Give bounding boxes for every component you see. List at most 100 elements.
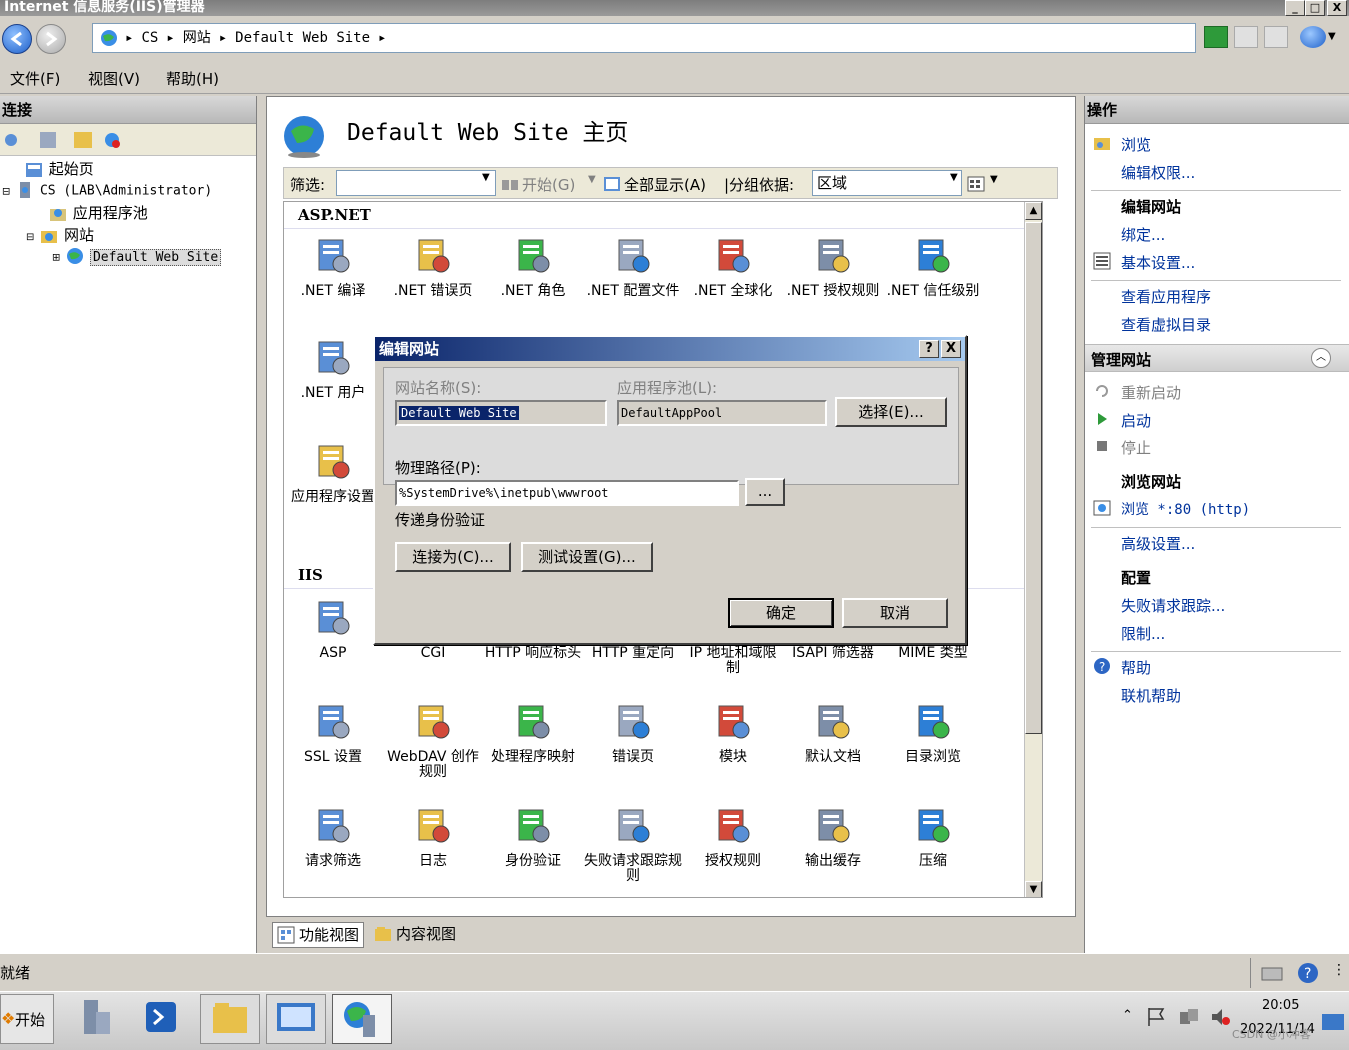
action-view-virtual-dirs[interactable]: 查看虚拟目录 (1121, 314, 1211, 335)
tree-item-start-page[interactable]: 起始页 (24, 158, 94, 180)
tree-item-default-web-site[interactable]: ⊞ Default Web Site (52, 246, 222, 266)
feature-item[interactable]: ASP (284, 598, 382, 661)
cancel-button[interactable]: 取消 (842, 598, 948, 628)
feature-item[interactable]: 失败请求跟踪规则 (584, 806, 682, 884)
show-hidden-icons[interactable]: ⌃ (1122, 1008, 1133, 1023)
crumb-sep[interactable]: ▸ (378, 30, 386, 46)
action-basic-settings[interactable]: 基本设置... (1121, 252, 1195, 273)
action-online-help[interactable]: 联机帮助 (1121, 685, 1181, 706)
physical-path-field[interactable]: %SystemDrive%\inetpub\wwwroot (395, 480, 739, 506)
action-limits[interactable]: 限制... (1121, 623, 1165, 644)
start-dropdown-icon[interactable]: ▼ (588, 174, 596, 185)
dialog-close-button[interactable]: X (941, 340, 961, 358)
expand-icon[interactable]: ⊞ (52, 253, 60, 264)
tab-features-view[interactable]: 功能视图 (272, 922, 365, 948)
taskbar-iis-manager[interactable] (332, 994, 392, 1044)
tree-item-sites[interactable]: ⊟ 网站 (26, 224, 94, 246)
scroll-up-button[interactable]: ▲ (1025, 202, 1042, 220)
menu-help[interactable]: 帮助(H) (166, 68, 219, 89)
action-edit-permissions[interactable]: 编辑权限... (1121, 162, 1195, 183)
taskbar-server-manager[interactable] (70, 994, 130, 1044)
site-name-field[interactable]: Default Web Site (395, 400, 607, 426)
feature-item[interactable]: 输出缓存 (784, 806, 882, 869)
start-filter-button[interactable]: 开始(G) (522, 174, 575, 195)
action-stop[interactable]: 停止 (1121, 437, 1151, 458)
address-breadcrumb[interactable]: ▸ CS ▸ 网站 ▸ Default Web Site ▸ (92, 23, 1196, 53)
refresh-icon[interactable] (1204, 26, 1228, 48)
feature-item[interactable]: 压缩 (884, 806, 982, 869)
browse-path-button[interactable]: ... (745, 478, 785, 506)
feature-item[interactable]: 请求筛选 (284, 806, 382, 869)
view-mode-dropdown-icon[interactable]: ▼ (990, 174, 998, 185)
close-button[interactable]: X (1327, 0, 1347, 16)
tab-content-view[interactable]: 内容视图 (370, 922, 460, 948)
group-by-select[interactable]: 区域 (812, 170, 962, 196)
feature-item[interactable]: 日志 (384, 806, 482, 869)
select-app-pool-button[interactable]: 选择(E)... (835, 397, 947, 427)
feature-item[interactable]: .NET 配置文件 (584, 236, 682, 299)
scroll-down-button[interactable]: ▼ (1025, 881, 1042, 897)
app-pool-field[interactable]: DefaultAppPool (617, 400, 827, 426)
feature-item[interactable]: .NET 信任级别 (884, 236, 982, 299)
action-help[interactable]: 帮助 (1121, 657, 1151, 678)
forward-button[interactable] (36, 24, 66, 54)
feature-item[interactable]: 身份验证 (484, 806, 582, 869)
action-view-applications[interactable]: 查看应用程序 (1121, 286, 1211, 307)
action-advanced-settings[interactable]: 高级设置... (1121, 533, 1195, 554)
action-bindings[interactable]: 绑定... (1121, 224, 1165, 245)
start-button[interactable]: ❖ 开始 (0, 994, 54, 1044)
tree-item-server[interactable]: ⊟ CS (LAB\Administrator) (2, 180, 212, 200)
feature-item[interactable]: 错误页 (584, 702, 682, 765)
back-button[interactable] (2, 24, 32, 54)
help-icon[interactable] (1300, 26, 1326, 48)
show-all-button[interactable]: 全部显示(A) (624, 174, 706, 195)
feature-item[interactable]: 目录浏览 (884, 702, 982, 765)
tree-item-app-pools[interactable]: 应用程序池 (48, 202, 148, 224)
test-settings-button[interactable]: 测试设置(G)... (521, 542, 653, 572)
connect-as-button[interactable]: 连接为(C)... (395, 542, 511, 572)
feature-item[interactable]: 默认文档 (784, 702, 882, 765)
feature-item[interactable]: .NET 角色 (484, 236, 582, 299)
stop-icon[interactable] (1234, 26, 1258, 48)
action-browse-port-80[interactable]: 浏览 *:80 (http) (1121, 499, 1250, 519)
crumb-default-site[interactable]: Default Web Site (235, 30, 370, 46)
taskbar-explorer[interactable] (200, 994, 260, 1044)
collapse-icon[interactable]: ⊟ (2, 187, 10, 198)
feature-item[interactable]: 应用程序设置 (284, 442, 382, 505)
dialog-title-bar[interactable]: 编辑网站 ? X (375, 337, 965, 361)
crumb-sites[interactable]: 网站 (183, 30, 211, 46)
group-dropdown-icon[interactable]: ▼ (950, 172, 958, 183)
show-desktop-button[interactable] (1322, 1014, 1344, 1030)
menu-view[interactable]: 视图(V) (88, 68, 140, 89)
filter-dropdown-icon[interactable]: ▼ (482, 172, 490, 183)
feature-item[interactable]: WebDAV 创作规则 (384, 702, 482, 780)
feature-item[interactable]: .NET 编译 (284, 236, 382, 299)
feature-item[interactable]: 授权规则 (684, 806, 782, 869)
feature-item[interactable]: 处理程序映射 (484, 702, 582, 765)
action-browse[interactable]: 浏览 (1121, 134, 1151, 155)
crumb-cs[interactable]: CS (141, 30, 158, 46)
manage-site-header[interactable]: 管理网站 ︿ (1085, 344, 1349, 372)
action-start[interactable]: 启动 (1121, 410, 1151, 431)
feature-item[interactable]: .NET 授权规则 (784, 236, 882, 299)
features-scrollbar[interactable]: ▲ ▼ (1024, 202, 1042, 897)
scroll-thumb[interactable] (1025, 222, 1042, 734)
home-icon[interactable] (1264, 26, 1288, 48)
filter-input[interactable] (336, 170, 496, 196)
menu-file[interactable]: 文件(F) (10, 68, 60, 89)
feature-item[interactable]: SSL 设置 (284, 702, 382, 765)
maximize-button[interactable]: □ (1305, 0, 1325, 16)
collapse-icon[interactable]: ⊟ (26, 232, 34, 243)
feature-item[interactable]: .NET 全球化 (684, 236, 782, 299)
action-restart[interactable]: 重新启动 (1121, 382, 1181, 403)
status-more-icon[interactable]: ⋮ (1332, 962, 1346, 978)
ok-button[interactable]: 确定 (728, 598, 834, 628)
chevron-down-icon[interactable]: ▼ (1328, 26, 1342, 48)
collapse-section-icon[interactable]: ︿ (1311, 348, 1331, 368)
dialog-help-button[interactable]: ? (919, 340, 939, 358)
minimize-button[interactable]: _ (1285, 0, 1305, 16)
feature-item[interactable]: .NET 用户 (284, 338, 382, 401)
feature-item[interactable]: .NET 错误页 (384, 236, 482, 299)
feature-item[interactable]: 模块 (684, 702, 782, 765)
taskbar-control-panel[interactable] (266, 994, 326, 1044)
